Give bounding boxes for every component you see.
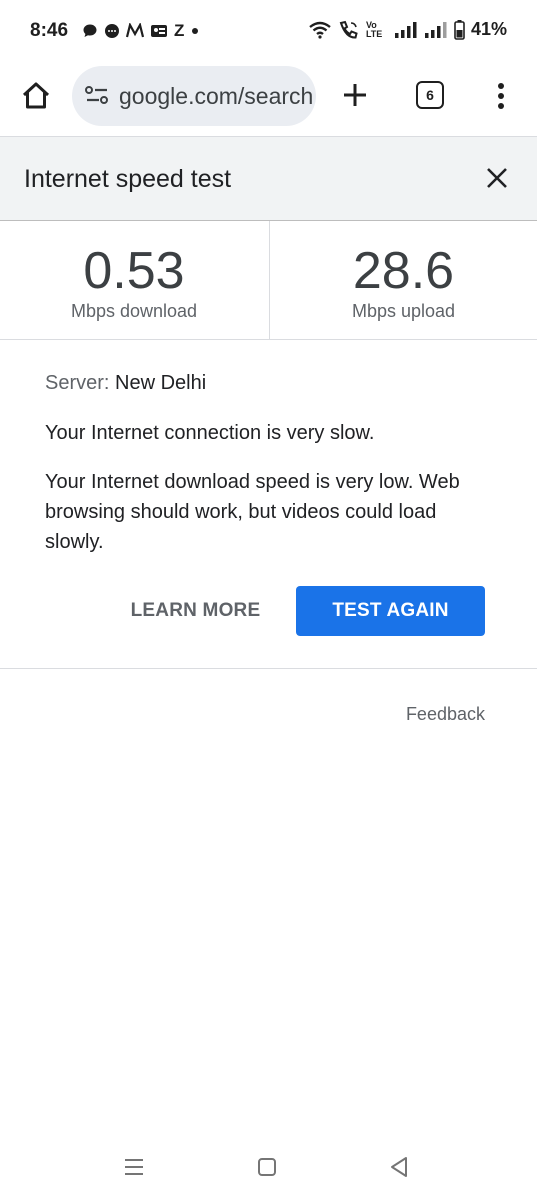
overflow-menu-button[interactable] <box>490 80 512 112</box>
myntra-icon <box>126 23 144 38</box>
nav-home-icon <box>258 1158 276 1176</box>
plus-icon <box>344 84 366 106</box>
site-settings-icon[interactable] <box>84 84 110 106</box>
browser-toolbar: google.com/search 6 <box>0 62 537 136</box>
upload-result: 28.6 Mbps upload <box>269 221 537 339</box>
speed-results: 0.53 Mbps download 28.6 Mbps upload <box>0 221 537 340</box>
status-time: 8:46 <box>30 20 69 41</box>
chat-bubble-icon <box>83 24 97 37</box>
recents-icon <box>125 1159 143 1175</box>
close-button[interactable] <box>482 163 512 193</box>
notification-icons: Z <box>82 21 200 41</box>
battery-icon <box>454 19 465 40</box>
system-icons: Vo LTE 41% <box>308 19 507 40</box>
upload-value: 28.6 <box>352 242 455 300</box>
server-info: Server: New Delhi <box>45 372 495 395</box>
messenger-icon <box>105 24 119 38</box>
page-title: Internet speed test <box>24 165 232 193</box>
tab-switcher-button[interactable]: 6 <box>416 81 444 109</box>
home-icon <box>22 82 50 109</box>
recents-button[interactable] <box>123 1157 145 1182</box>
url-text[interactable]: google.com/search <box>119 83 313 110</box>
status-bar: 8:46 Z Vo LTE 41% <box>0 0 537 62</box>
wifi-icon <box>309 21 331 39</box>
learn-more-button[interactable]: LEARN MORE <box>118 586 273 636</box>
back-button[interactable] <box>389 1156 409 1183</box>
result-summary: Your Internet connection is very slow. <box>45 422 375 444</box>
signal-icon <box>394 21 417 38</box>
nav-home-button[interactable] <box>257 1157 277 1182</box>
volte-label: Vo LTE <box>365 19 383 39</box>
tab-count: 6 <box>426 87 434 103</box>
upload-label: Mbps upload <box>351 301 456 321</box>
test-again-button[interactable]: TEST AGAIN <box>296 586 485 636</box>
new-tab-button[interactable] <box>338 78 372 112</box>
server-label: Server: <box>45 372 110 394</box>
app-icon <box>151 25 167 37</box>
more-vert-icon <box>498 83 504 109</box>
navigation-bar <box>0 1140 537 1200</box>
home-button[interactable] <box>18 78 54 114</box>
result-description: Your Internet download speed is very low… <box>45 471 460 553</box>
result-details: Server: New Delhi Your Internet connecti… <box>45 372 495 557</box>
server-value: New Delhi <box>115 372 207 394</box>
dot-icon <box>192 28 199 34</box>
download-result: 0.53 Mbps download <box>0 221 268 339</box>
divider <box>0 668 537 669</box>
zomato-icon: Z <box>174 21 185 40</box>
close-icon <box>487 168 507 188</box>
download-value: 0.53 <box>83 242 185 300</box>
speed-test-header: Internet speed test <box>0 136 537 221</box>
download-label: Mbps download <box>70 301 198 321</box>
feedback-link[interactable]: Feedback <box>406 704 485 725</box>
back-icon <box>391 1157 407 1177</box>
wifi-calling-icon <box>339 20 358 38</box>
battery-percent: 41% <box>470 19 507 39</box>
signal-2-icon <box>424 21 447 38</box>
address-bar[interactable]: google.com/search <box>72 66 316 126</box>
